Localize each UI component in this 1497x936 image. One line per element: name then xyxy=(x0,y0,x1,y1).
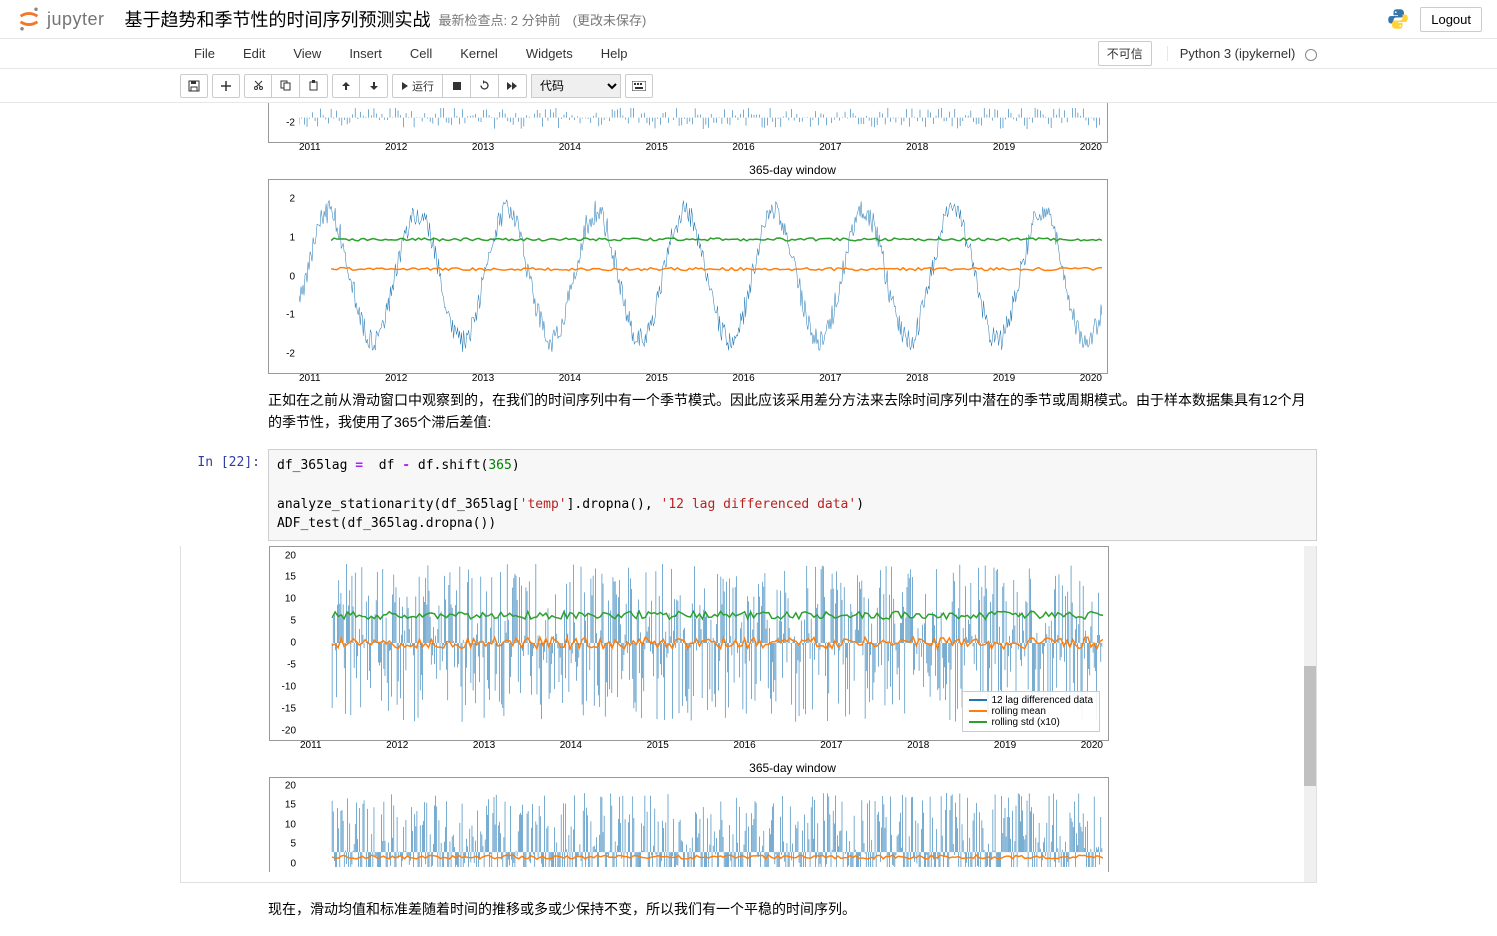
move-down-button[interactable] xyxy=(360,74,388,98)
move-up-button[interactable] xyxy=(332,74,360,98)
cell-type-select[interactable]: 代码 xyxy=(531,74,621,98)
output-scrollbar[interactable] xyxy=(1304,546,1316,882)
paste-icon xyxy=(308,80,319,91)
autosave-status: (更改未保存) xyxy=(573,10,647,29)
chart1-svg xyxy=(299,108,1102,137)
chart-output-1: -2 2011201220132014201520162017201820192… xyxy=(268,103,1317,374)
menu-kernel[interactable]: Kernel xyxy=(446,41,512,66)
chart3-legend: 12 lag differenced data rolling mean rol… xyxy=(962,691,1100,732)
menu-help[interactable]: Help xyxy=(587,41,642,66)
save-icon xyxy=(188,80,200,92)
menu-insert[interactable]: Insert xyxy=(335,41,396,66)
header: jupyter 基于趋势和季节性的时间序列预测实战 最新检查点: 2 分钟前 (… xyxy=(0,0,1497,39)
run-button[interactable]: 运行 xyxy=(392,74,443,98)
checkpoint-status: 最新检查点: 2 分钟前 xyxy=(439,10,561,29)
kernel-indicator-icon xyxy=(1305,49,1317,61)
jupyter-logo[interactable]: jupyter xyxy=(15,5,105,33)
copy-icon xyxy=(280,80,291,91)
chart2-svg xyxy=(299,185,1102,368)
menu-edit[interactable]: Edit xyxy=(229,41,279,66)
menu-cell[interactable]: Cell xyxy=(396,41,446,66)
prompt: In [22]: xyxy=(180,449,268,541)
cut-icon xyxy=(253,80,264,91)
copy-button[interactable] xyxy=(272,74,300,98)
restart-button[interactable] xyxy=(471,74,499,98)
restart-icon xyxy=(479,80,490,91)
add-cell-button[interactable] xyxy=(212,74,240,98)
fast-forward-icon xyxy=(507,82,518,90)
plus-icon xyxy=(221,81,231,91)
markdown-cell-2[interactable]: 现在，滑动均值和标准差随着时间的推移或多或少保持不变，所以我们有一个平稳的时间序… xyxy=(268,898,1317,920)
keyboard-icon xyxy=(632,81,646,91)
restart-run-all-button[interactable] xyxy=(499,74,527,98)
menu-view[interactable]: View xyxy=(279,41,335,66)
chart4-title: 365-day window xyxy=(269,759,1316,777)
output-scroll-area[interactable]: -20-15-10-505101520 12 lag differenced d… xyxy=(180,546,1317,883)
logo-text: jupyter xyxy=(47,9,105,30)
paste-button[interactable] xyxy=(300,74,328,98)
notebook-area[interactable]: -2 2011201220132014201520162017201820192… xyxy=(0,103,1497,935)
code-cell[interactable]: In [22]: df_365lag = df - df.shift(365) … xyxy=(180,449,1317,541)
kernel-name[interactable]: Python 3 (ipykernel) xyxy=(1167,46,1317,61)
code-input[interactable]: df_365lag = df - df.shift(365) analyze_s… xyxy=(268,449,1317,541)
logout-button[interactable]: Logout xyxy=(1420,7,1482,32)
command-palette-button[interactable] xyxy=(625,74,653,98)
chart4-svg xyxy=(300,783,1103,867)
trust-button[interactable]: 不可信 xyxy=(1098,41,1152,66)
cut-button[interactable] xyxy=(244,74,272,98)
toolbar: 运行 代码 xyxy=(0,69,1497,103)
chart2-title: 365-day window xyxy=(268,161,1317,179)
jupyter-icon xyxy=(15,5,43,33)
stop-icon xyxy=(453,82,461,90)
interrupt-button[interactable] xyxy=(443,74,471,98)
play-icon xyxy=(401,82,409,90)
notebook-title[interactable]: 基于趋势和季节性的时间序列预测实战 xyxy=(125,6,431,32)
save-button[interactable] xyxy=(180,74,208,98)
arrow-down-icon xyxy=(369,81,379,91)
python-icon xyxy=(1386,7,1410,31)
menubar: File Edit View Insert Cell Kernel Widget… xyxy=(0,39,1497,69)
markdown-cell-1[interactable]: 正如在之前从滑动窗口中观察到的，在我们的时间序列中有一个季节模式。因此应该采用差… xyxy=(268,389,1317,434)
menu-file[interactable]: File xyxy=(180,41,229,66)
arrow-up-icon xyxy=(341,81,351,91)
menu-widgets[interactable]: Widgets xyxy=(512,41,587,66)
